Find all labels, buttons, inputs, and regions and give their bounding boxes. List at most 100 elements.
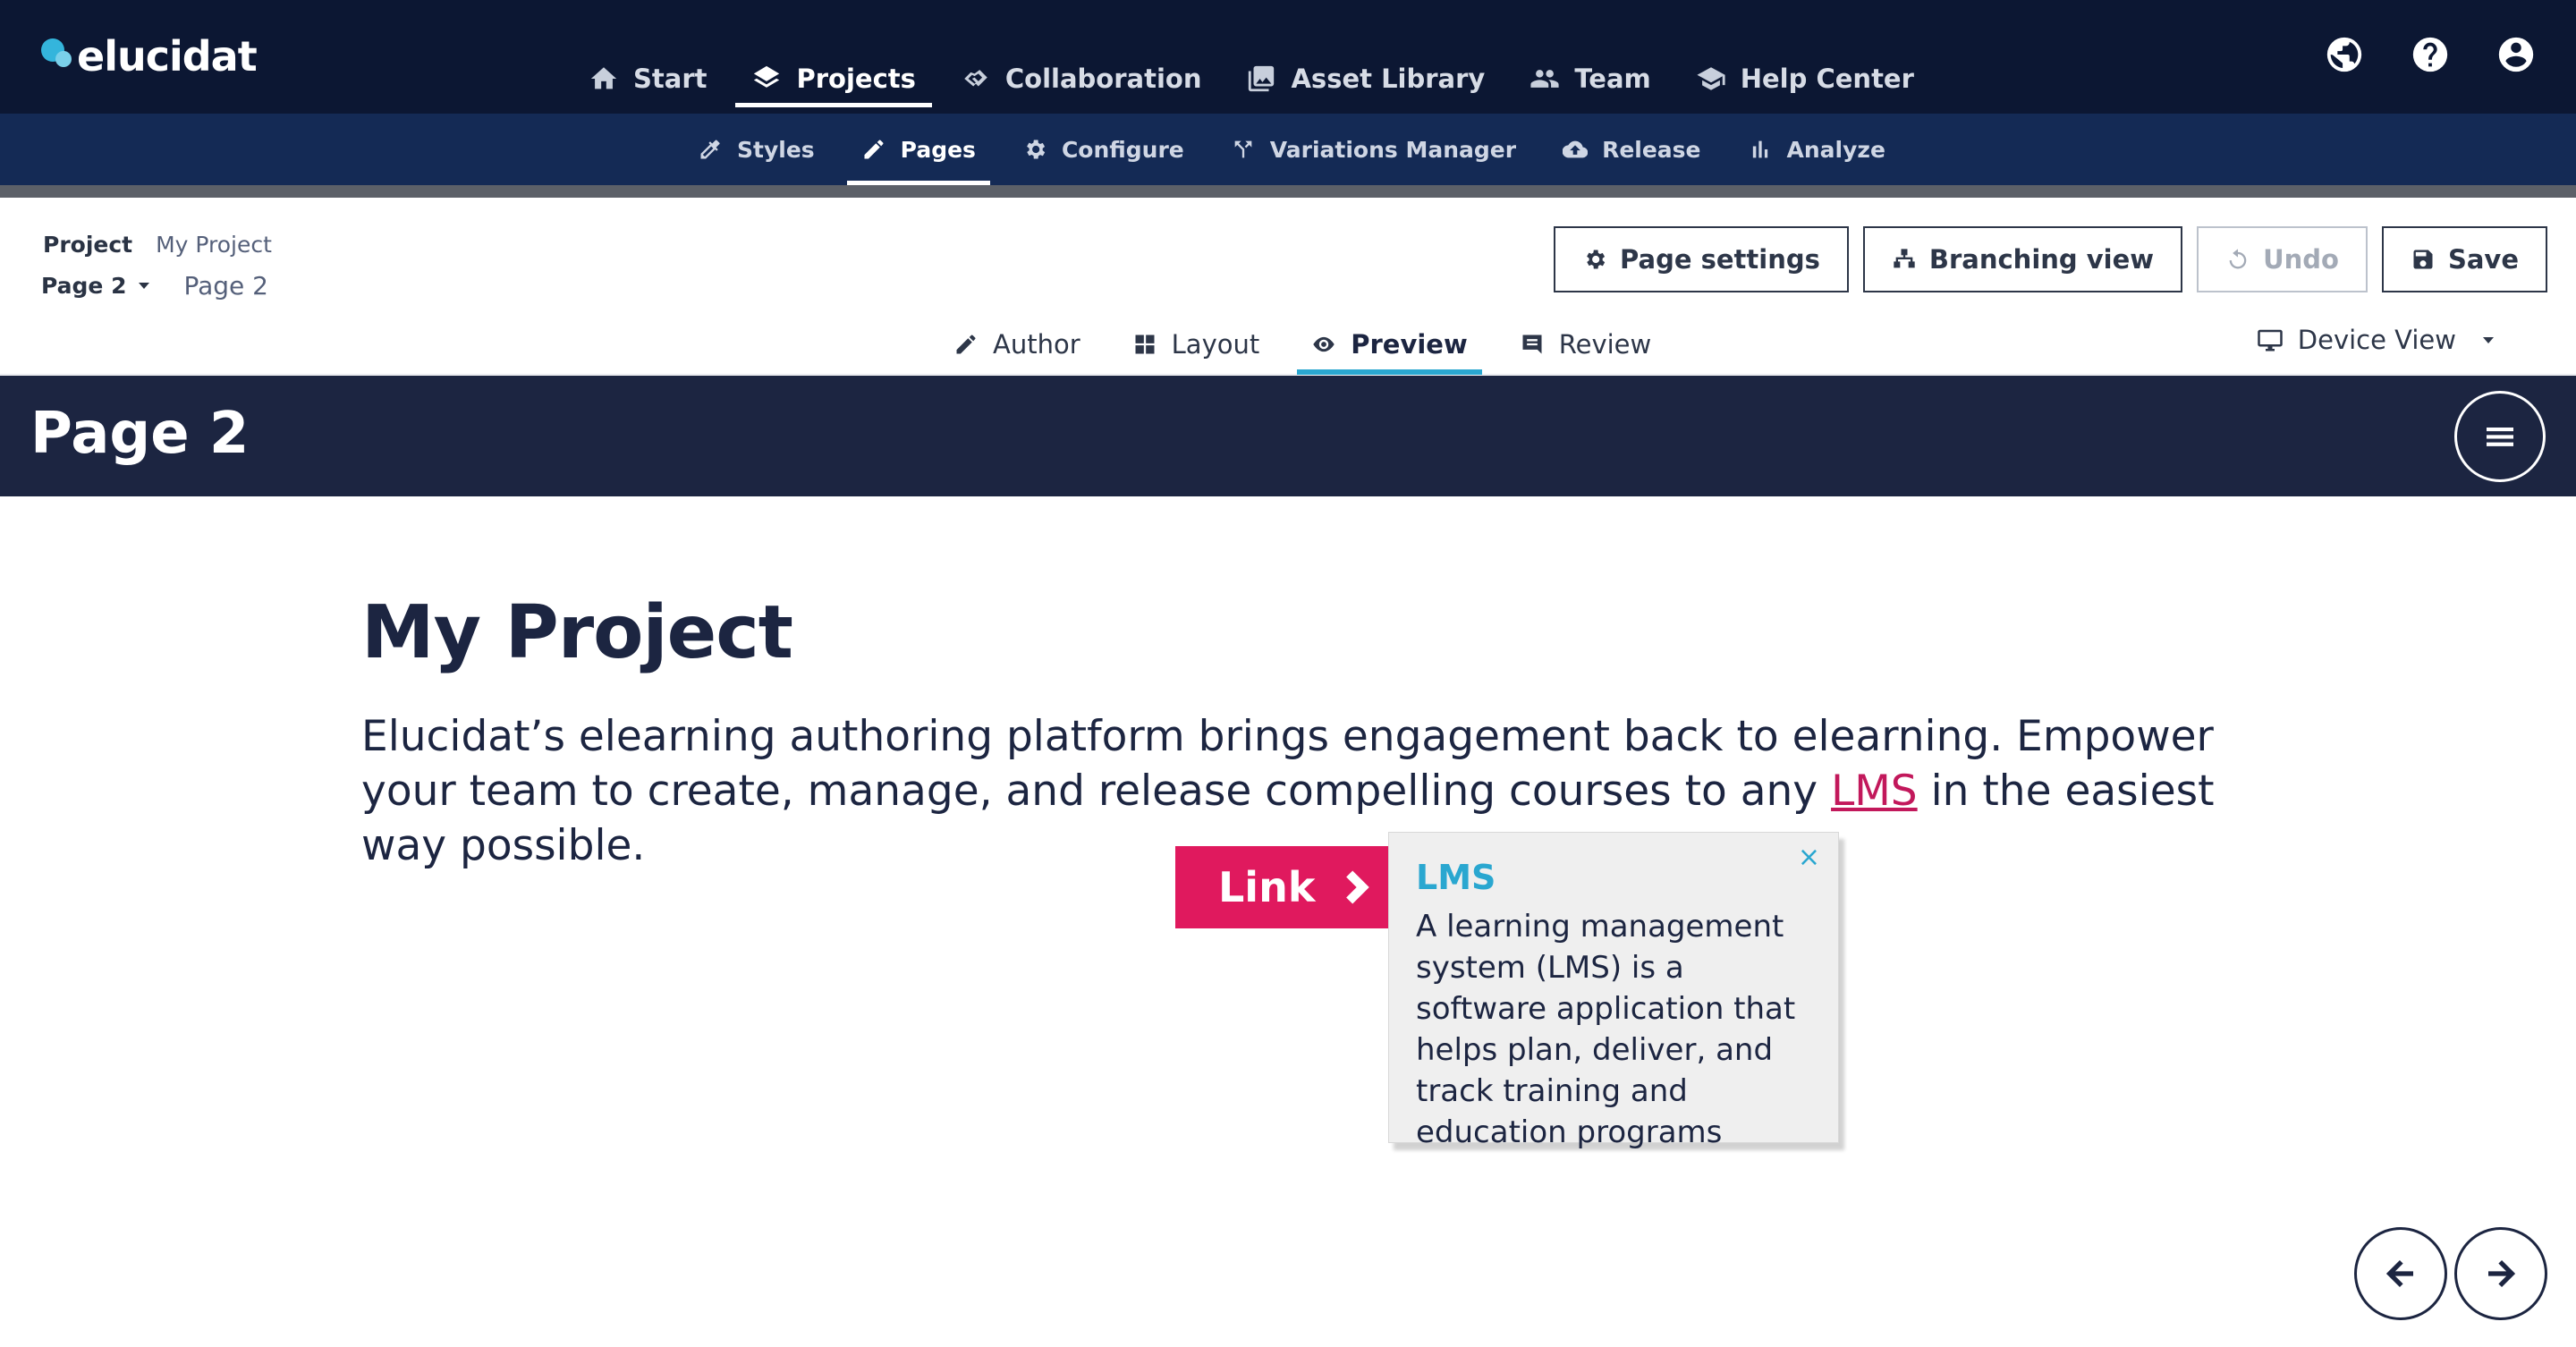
tab-label: Layout <box>1171 329 1260 360</box>
gear-icon <box>1587 250 1606 269</box>
close-icon[interactable]: × <box>1798 842 1820 873</box>
elucidat-logo[interactable]: elucidat <box>39 29 258 80</box>
top-navigation-bar: elucidat Start Projects Collaboration As… <box>0 0 2576 114</box>
subnav-item-styles[interactable]: Styles <box>683 114 829 185</box>
help-icon <box>2412 37 2448 72</box>
subnav-item-variations-manager[interactable]: Variations Manager <box>1216 114 1530 185</box>
link-button[interactable]: Link <box>1175 846 1390 928</box>
tab-label: Author <box>993 329 1080 360</box>
nav-item-label: Team <box>1574 64 1651 94</box>
home-icon <box>590 67 617 89</box>
app-window: elucidat Start Projects Collaboration As… <box>0 0 2576 1347</box>
course-menu-button[interactable] <box>2454 391 2546 482</box>
branching-view-button[interactable]: Branching view <box>1862 226 2183 292</box>
device-view-dropdown[interactable]: Device View <box>2257 325 2494 355</box>
glossary-link-lms[interactable]: LMS <box>1831 767 1918 816</box>
nav-item-start[interactable]: Start <box>572 52 723 106</box>
divider-strip <box>0 185 2576 198</box>
device-view-label: Device View <box>2297 325 2456 355</box>
subnav-item-pages[interactable]: Pages <box>846 114 991 185</box>
layers-icon <box>754 65 780 88</box>
nav-item-label: Start <box>633 64 708 94</box>
editor-header: Project My Project Page 2 Page 2 Page se… <box>0 198 2576 375</box>
graduation-cap-icon <box>1697 67 1725 90</box>
grid-icon <box>1135 335 1155 354</box>
save-label: Save <box>2447 244 2519 275</box>
nav-item-team[interactable]: Team <box>1513 52 1666 106</box>
nav-item-label: Projects <box>796 64 916 94</box>
tab-preview[interactable]: Preview <box>1297 314 1482 375</box>
editor-actions: Page settings Branching view Undo Save <box>1539 226 2547 292</box>
breadcrumb: Project My Project <box>43 232 272 258</box>
cloud-upload-icon <box>1563 140 1589 158</box>
page-settings-button[interactable]: Page settings <box>1554 226 1849 292</box>
account-icon <box>2498 37 2534 72</box>
subnav-item-label: Styles <box>737 136 815 163</box>
previous-page-button[interactable] <box>2354 1227 2447 1320</box>
pencil-icon <box>956 335 976 354</box>
chevron-right-icon <box>1346 870 1370 904</box>
breadcrumb-project-label: Project <box>43 232 133 258</box>
tooltip-body: A learning management system (LMS) is a … <box>1416 909 1796 1150</box>
chevron-down-icon <box>2483 336 2494 343</box>
branching-view-label: Branching view <box>1928 244 2155 275</box>
sitemap-icon <box>1894 249 1915 268</box>
preview-content: My Project Elucidat’s elearning authorin… <box>361 590 2240 873</box>
chevron-down-icon <box>139 283 150 289</box>
eyedropper-icon <box>700 140 720 159</box>
floppy-disk-icon <box>2413 250 2433 269</box>
nav-item-projects[interactable]: Projects <box>735 52 933 107</box>
handshake-icon <box>964 70 987 87</box>
nav-item-help-center[interactable]: Help Center <box>1680 52 1930 106</box>
tooltip-title: LMS <box>1416 858 1496 897</box>
help-button[interactable] <box>2410 34 2451 75</box>
undo-icon <box>2229 249 2247 269</box>
next-page-button[interactable] <box>2454 1227 2547 1320</box>
undo-label: Undo <box>2263 244 2339 275</box>
link-button-label: Link <box>1218 863 1316 911</box>
nav-item-label: Asset Library <box>1291 64 1486 94</box>
subnav-item-label: Analyze <box>1786 136 1885 163</box>
page-settings-label: Page settings <box>1620 244 1820 275</box>
pencil-icon <box>864 140 884 159</box>
language-button[interactable] <box>2324 34 2365 75</box>
subnav-item-label: Pages <box>900 136 976 163</box>
editor-mode-tabs: Author Layout Preview Review <box>939 314 1689 375</box>
page-selector[interactable]: Page 2 Page 2 <box>41 271 268 301</box>
bar-chart-icon <box>1752 140 1767 158</box>
sub-navigation: Styles Pages Configure Variations Manage… <box>683 114 1918 185</box>
account-button[interactable] <box>2496 34 2537 75</box>
subnav-item-release[interactable]: Release <box>1548 114 1715 185</box>
tab-review[interactable]: Review <box>1505 314 1665 375</box>
page-selector-value: Page 2 <box>41 273 127 299</box>
main-navigation: Start Projects Collaboration Asset Libra… <box>572 52 1943 114</box>
team-icon <box>1530 70 1559 88</box>
hamburger-menu-icon <box>2487 428 2513 446</box>
arrow-left-icon <box>2385 1259 2413 1288</box>
subnav-item-label: Configure <box>1061 136 1184 163</box>
breadcrumb-project-name[interactable]: My Project <box>156 232 272 258</box>
tab-author[interactable]: Author <box>939 314 1095 375</box>
nav-item-label: Help Center <box>1740 64 1914 94</box>
images-icon <box>1249 65 1275 92</box>
save-button[interactable]: Save <box>2381 226 2547 292</box>
subnav-item-label: Variations Manager <box>1269 136 1517 163</box>
comment-icon <box>1522 335 1542 354</box>
subnav-item-configure[interactable]: Configure <box>1008 114 1199 185</box>
tab-label: Review <box>1558 329 1652 360</box>
arrow-right-icon <box>2488 1259 2516 1288</box>
logo-icon <box>39 37 75 72</box>
tab-label: Preview <box>1351 329 1468 360</box>
undo-button[interactable]: Undo <box>2197 226 2368 292</box>
preview-page-header: Page 2 <box>0 376 2576 496</box>
logo-text: elucidat <box>77 32 258 80</box>
subnav-item-analyze[interactable]: Analyze <box>1733 114 1900 185</box>
glossary-tooltip: × LMS A learning management system (LMS)… <box>1388 832 1839 1150</box>
nav-item-asset-library[interactable]: Asset Library <box>1230 52 1501 106</box>
page-title: Page 2 <box>30 401 250 467</box>
eye-icon <box>1313 336 1335 352</box>
tab-layout[interactable]: Layout <box>1118 314 1275 375</box>
fork-icon <box>1234 140 1252 158</box>
nav-item-collaboration[interactable]: Collaboration <box>945 52 1218 106</box>
globe-icon <box>2326 37 2362 72</box>
